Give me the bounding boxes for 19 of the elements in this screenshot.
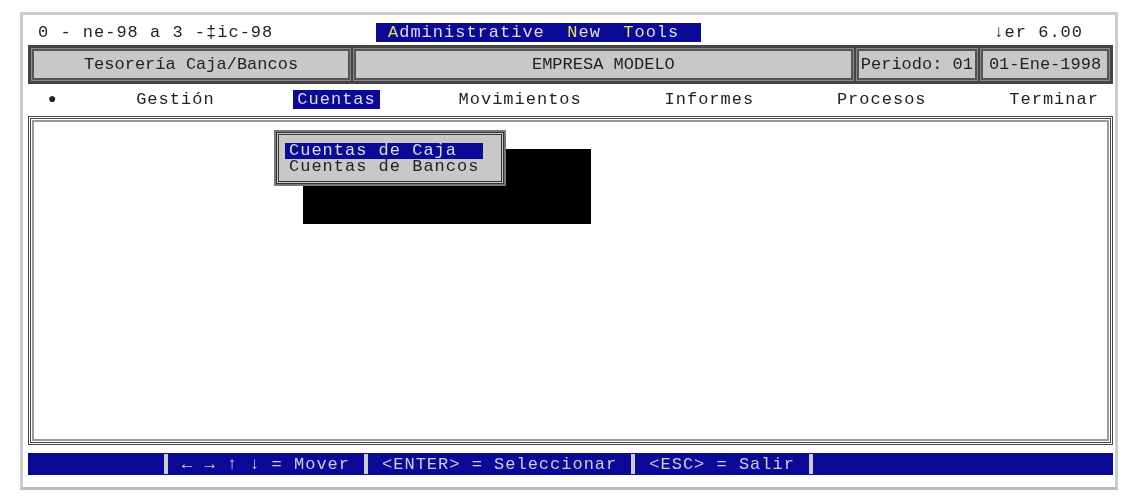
date-range: 0 - ne-98 a 3 -‡ic-98 [38,22,275,42]
dropdown-item[interactable]: Cuentas de Caja [285,143,484,159]
menu-bullet-icon[interactable]: ● [48,91,58,107]
menu-item[interactable]: Procesos [832,89,931,109]
app-title: Administrative New Tools [376,22,702,42]
key-hint: <ESC> = Salir [648,454,796,474]
menu-item[interactable]: Gestión [132,89,219,109]
key-hint: ← → ↑ ↓ = Mover [181,454,352,474]
key-hint: <ENTER> = Seleccionar [381,454,619,474]
period-label: Periodo: 01 [856,49,977,80]
date-label: 01-Ene-1998 [981,49,1109,80]
menu-item[interactable]: Informes [660,89,759,109]
module-label: Tesorería Caja/Bancos [32,49,350,80]
menu-item[interactable]: Cuentas [293,89,380,109]
version-label: ↓er 6.00 [993,22,1083,42]
menu-item[interactable]: Terminar [1005,89,1103,109]
company-label: EMPRESA MODELO [354,49,853,80]
menu-item[interactable]: Movimientos [454,89,586,109]
dropdown-item[interactable]: Cuentas de Bancos [285,159,484,175]
